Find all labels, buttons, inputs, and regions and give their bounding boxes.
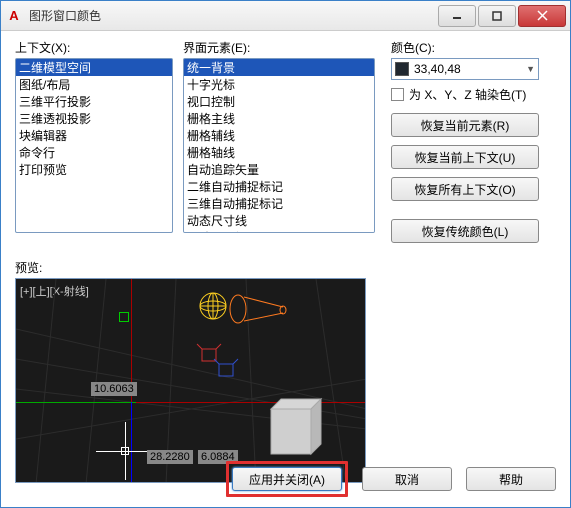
element-label: 界面元素(E): [183,39,375,56]
help-button[interactable]: 帮助 [466,467,556,491]
window-title: 图形窗口颜色 [29,7,436,24]
apply-close-button[interactable]: 应用并关闭(A) [232,467,342,491]
cancel-button[interactable]: 取消 [362,467,452,491]
element-item[interactable]: 自动追踪矢量 [184,161,374,178]
restore-element-button[interactable]: 恢复当前元素(R) [391,113,539,137]
dialog-buttons: 应用并关闭(A) 取消 帮助 [226,461,556,497]
color-value: 33,40,48 [414,62,461,76]
restore-all-button[interactable]: 恢复所有上下文(O) [391,177,539,201]
globe-icon [198,291,228,321]
context-item[interactable]: 二维模型空间 [16,59,172,76]
dialog-window: A 图形窗口颜色 上下文(X): 二维模型空间图纸/布局三维平行投影三维透视投影… [0,0,571,508]
element-item[interactable]: 设计工具提示 [184,229,374,233]
restore-context-button[interactable]: 恢复当前上下文(U) [391,145,539,169]
light-cone-icon [228,289,288,329]
preview-viewport: [+][上][X-射线] [15,278,366,483]
close-button[interactable] [518,5,566,27]
element-item[interactable]: 动态尺寸线 [184,212,374,229]
dialog-body: 上下文(X): 二维模型空间图纸/布局三维平行投影三维透视投影块编辑器命令行打印… [1,31,570,493]
cursor-pickbox [121,447,129,455]
maximize-button[interactable] [478,5,516,27]
element-item[interactable]: 栅格轴线 [184,144,374,161]
element-item[interactable]: 栅格辅线 [184,127,374,144]
element-item[interactable]: 十字光标 [184,76,374,93]
camera-blue-icon [211,354,241,384]
selection-marker [119,312,129,322]
color-combobox[interactable]: 33,40,48 ▼ [391,58,539,80]
element-listbox[interactable]: 统一背景十字光标视口控制栅格主线栅格辅线栅格轴线自动追踪矢量二维自动捕捉标记三维… [183,58,375,233]
context-item[interactable]: 命令行 [16,144,172,161]
app-icon: A [5,7,23,25]
preview-label: 预览: [15,259,556,276]
element-item[interactable]: 二维自动捕捉标记 [184,178,374,195]
element-item[interactable]: 栅格主线 [184,110,374,127]
context-listbox[interactable]: 二维模型空间图纸/布局三维平行投影三维透视投影块编辑器命令行打印预览 [15,58,173,233]
context-item[interactable]: 三维平行投影 [16,93,172,110]
cube-icon [261,394,331,464]
element-item[interactable]: 视口控制 [184,93,374,110]
element-item[interactable]: 统一背景 [184,59,374,76]
restore-legacy-button[interactable]: 恢复传统颜色(L) [391,219,539,243]
context-item[interactable]: 三维透视投影 [16,110,172,127]
context-label: 上下文(X): [15,39,173,56]
element-item[interactable]: 三维自动捕捉标记 [184,195,374,212]
context-item[interactable]: 块编辑器 [16,127,172,144]
context-item[interactable]: 图纸/布局 [16,76,172,93]
chevron-down-icon: ▼ [526,64,535,74]
window-controls [436,5,566,27]
color-swatch [395,62,409,76]
color-label: 颜色(C): [391,39,556,56]
titlebar: A 图形窗口颜色 [1,1,570,31]
highlight-annotation: 应用并关闭(A) [226,461,348,497]
context-item[interactable]: 打印预览 [16,161,172,178]
coord-value-2: 28.2280 [147,450,193,464]
minimize-button[interactable] [438,5,476,27]
coord-value-1: 10.6063 [91,382,137,396]
xyz-tint-checkbox[interactable] [391,88,404,101]
xyz-tint-label: 为 X、Y、Z 轴染色(T) [409,86,526,103]
